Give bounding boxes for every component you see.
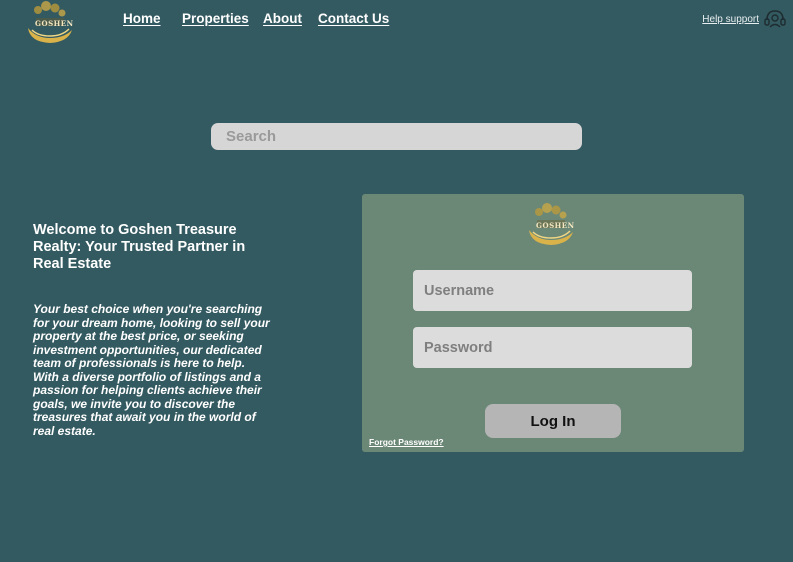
page: GOSHEN Home Properties About Contact Us … xyxy=(0,0,793,562)
username-input[interactable] xyxy=(413,270,692,311)
search-input[interactable] xyxy=(211,123,582,150)
logo-text: GOSHEN xyxy=(536,221,575,230)
nav-properties[interactable]: Properties xyxy=(182,11,249,26)
password-input[interactable] xyxy=(413,327,692,368)
nav-home[interactable]: Home xyxy=(123,11,161,26)
welcome-heading: Welcome to Goshen Treasure Realty: Your … xyxy=(33,222,246,272)
headset-icon[interactable] xyxy=(763,8,787,30)
help-support-link[interactable]: Help support xyxy=(702,14,759,25)
forgot-password-link[interactable]: Forgot Password? xyxy=(369,437,444,447)
nav-contact-us[interactable]: Contact Us xyxy=(318,11,389,26)
header-logo[interactable]: GOSHEN xyxy=(24,0,76,45)
welcome-body: Your best choice when you're searching f… xyxy=(33,302,270,438)
login-card: GOSHEN Log In Forgot Password? xyxy=(362,194,744,452)
card-logo: GOSHEN xyxy=(525,202,577,247)
logo-text: GOSHEN xyxy=(35,19,74,28)
nav-about[interactable]: About xyxy=(263,11,302,26)
login-button[interactable]: Log In xyxy=(485,404,621,438)
help-support[interactable]: Help support xyxy=(702,8,787,30)
